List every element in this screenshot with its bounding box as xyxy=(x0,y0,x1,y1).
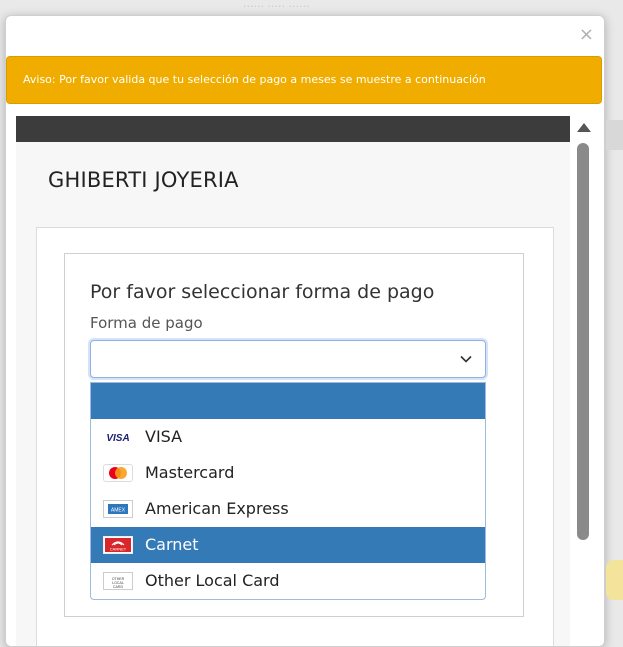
carnet-logo-icon: CARNET xyxy=(103,536,133,554)
visa-logo-icon: VISA xyxy=(103,428,133,446)
svg-text:CARNET: CARNET xyxy=(110,547,127,552)
dropdown-option-blank[interactable] xyxy=(91,383,485,419)
svg-text:CARD: CARD xyxy=(113,585,124,589)
mastercard-logo-icon xyxy=(103,464,133,482)
close-button[interactable]: × xyxy=(579,26,594,44)
iframe-scrollbar[interactable] xyxy=(574,116,592,646)
background-page-fragment xyxy=(606,560,623,600)
payment-modal: × Aviso: Por favor valida que tu selecci… xyxy=(5,15,605,647)
warning-banner: Aviso: Por favor valida que tu selección… xyxy=(6,56,602,104)
svg-text:AMEX: AMEX xyxy=(111,508,126,514)
chevron-down-icon xyxy=(460,355,472,363)
option-label: Other Local Card xyxy=(145,571,280,590)
option-label: American Express xyxy=(145,499,289,518)
iframe-top-bar xyxy=(16,116,570,142)
scroll-up-arrow-icon[interactable] xyxy=(577,123,591,132)
payment-method-dropdown: VISA VISA Mastercard AMEX American Expre… xyxy=(90,382,486,600)
payment-method-label: Forma de pago xyxy=(90,314,203,332)
dropdown-option-mastercard[interactable]: Mastercard xyxy=(91,455,485,491)
dropdown-option-amex[interactable]: AMEX American Express xyxy=(91,491,485,527)
amex-logo-icon: AMEX xyxy=(103,500,133,518)
option-label: Carnet xyxy=(145,535,199,554)
merchant-name: GHIBERTI JOYERIA xyxy=(48,168,239,192)
payment-form-card: Por favor seleccionar forma de pago Form… xyxy=(64,253,524,617)
warning-text: Aviso: Por favor valida que tu selección… xyxy=(23,73,486,86)
form-title: Por favor seleccionar forma de pago xyxy=(90,281,435,303)
option-label: Mastercard xyxy=(145,463,235,482)
background-page-fragment xyxy=(606,120,623,150)
payment-method-select[interactable] xyxy=(90,340,486,378)
dropdown-option-other-local-card[interactable]: OTHER LOCAL CARD Other Local Card xyxy=(91,563,485,599)
dropdown-option-visa[interactable]: VISA VISA xyxy=(91,419,485,455)
background-page-text: ······ ····· ······ xyxy=(243,0,310,13)
payment-iframe: GHIBERTI JOYERIA Por favor seleccionar f… xyxy=(16,116,570,646)
scroll-thumb[interactable] xyxy=(577,143,589,540)
payment-panel: Por favor seleccionar forma de pago Form… xyxy=(36,227,554,646)
dropdown-option-carnet[interactable]: CARNET Carnet xyxy=(91,527,485,563)
svg-text:VISA: VISA xyxy=(106,433,129,444)
option-label: VISA xyxy=(145,427,183,446)
other-local-card-icon: OTHER LOCAL CARD xyxy=(103,572,133,590)
